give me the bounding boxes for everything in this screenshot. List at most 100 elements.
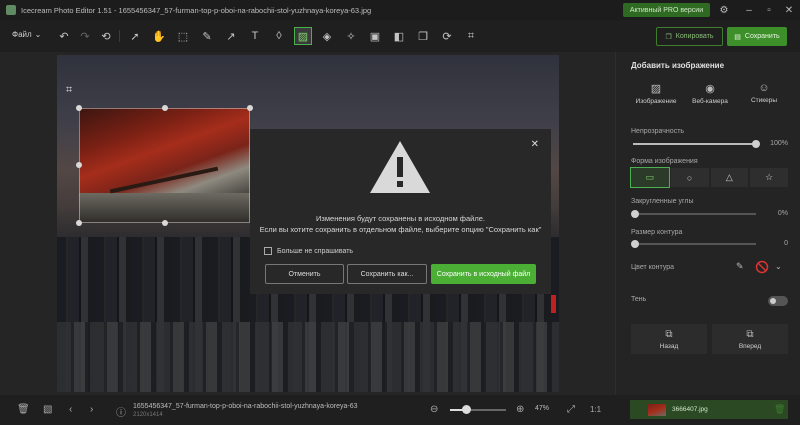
star-icon: ☆: [765, 172, 774, 182]
dont-ask-again-checkbox[interactable]: Больше не спрашивать: [264, 247, 353, 255]
resize-handle[interactable]: [162, 220, 168, 226]
rounded-corners-value: 0%: [777, 210, 788, 217]
fill-icon[interactable]: ◈: [319, 28, 335, 44]
rectangle-icon: ▭: [645, 172, 655, 182]
maximize-icon[interactable]: ▫: [762, 3, 776, 17]
tab-image[interactable]: ▨ Изображение: [628, 82, 684, 105]
crop-icon[interactable]: ⌗: [463, 28, 479, 44]
bring-forward-icon: ⧉: [746, 328, 754, 340]
zoom-value: 47%: [535, 405, 550, 412]
pro-version-button[interactable]: Активный PRO версии: [623, 3, 710, 17]
magic-wand-icon[interactable]: ✧: [343, 28, 359, 44]
save-to-original-button[interactable]: Сохранить в исходный файл: [431, 264, 536, 284]
add-image-icon[interactable]: ▨: [294, 27, 312, 45]
opacity-label: Непрозрачность: [631, 128, 685, 135]
text-icon[interactable]: T: [247, 28, 263, 44]
save-button-label: Сохранить: [744, 33, 780, 40]
border-size-slider-thumb[interactable]: [631, 240, 639, 248]
pencil-icon[interactable]: ✎: [199, 28, 215, 44]
gallery-icon[interactable]: ▧: [43, 404, 52, 415]
delete-icon[interactable]: 🗑: [17, 404, 30, 415]
reset-icon[interactable]: ⟲: [98, 28, 114, 44]
window-title: Icecream Photo Editor 1.51 - 1655456347_…: [21, 5, 372, 15]
fit-screen-icon[interactable]: ⤢: [567, 404, 575, 415]
minimize-icon[interactable]: –: [742, 3, 756, 17]
file-menu[interactable]: Файл ⌄: [12, 30, 41, 39]
layer-item[interactable]: 3666407.jpg: [630, 400, 788, 419]
drop-icon[interactable]: ◊: [271, 28, 287, 44]
opacity-slider-fill: [633, 143, 756, 145]
settings-icon[interactable]: ⚙: [717, 3, 731, 17]
border-size-value: 0: [784, 240, 788, 247]
dont-ask-again-label: Больше не спрашивать: [277, 247, 354, 255]
border-size-slider-track[interactable]: [633, 243, 756, 245]
resize-handle[interactable]: [247, 105, 253, 111]
zoom-out-icon[interactable]: ⊖: [430, 404, 438, 415]
chevron-right-icon[interactable]: ›: [90, 404, 93, 415]
split-icon[interactable]: ◧: [391, 28, 407, 44]
triangle-shape-button[interactable]: △: [710, 168, 749, 187]
back-button[interactable]: ⧉ Назад: [631, 324, 707, 354]
chevron-down-icon: ⌄: [34, 30, 42, 39]
resize-handle[interactable]: [162, 105, 168, 111]
undo-icon[interactable]: ↶: [56, 28, 72, 44]
close-window-icon[interactable]: ✕: [782, 3, 796, 17]
resize-handle[interactable]: [76, 162, 82, 168]
crop-handle-icon[interactable]: ⌗: [66, 84, 72, 97]
hand-icon[interactable]: ✋: [151, 28, 167, 44]
rounded-corners-label: Закругленные углы: [631, 198, 694, 205]
save-confirmation-dialog: ✕ Изменения будут сохранены в исходном ф…: [250, 129, 551, 294]
no-color-icon[interactable]: [755, 260, 769, 274]
toolbar-divider: [119, 30, 120, 42]
shadow-label: Тень: [631, 296, 647, 303]
resize-icon[interactable]: ▣: [367, 28, 383, 44]
shadow-toggle[interactable]: [768, 296, 788, 306]
image-dimensions: 2120x1414: [133, 412, 163, 418]
panel-title: Добавить изображение: [631, 61, 725, 70]
layers-icon[interactable]: ❐: [415, 28, 431, 44]
eyedropper-icon[interactable]: ✎: [736, 261, 744, 272]
info-icon[interactable]: ⓘ: [116, 404, 126, 419]
circle-icon: ○: [686, 172, 693, 183]
arrow-icon[interactable]: ↗: [223, 28, 239, 44]
chevron-left-icon[interactable]: ‹: [69, 404, 72, 415]
red-building-sign: [551, 295, 556, 313]
cancel-button[interactable]: Отменить: [265, 264, 344, 284]
save-button[interactable]: ▤ Сохранить: [727, 27, 787, 46]
checkbox-box[interactable]: [264, 247, 272, 255]
save-as-button[interactable]: Сохранить как...: [347, 264, 427, 284]
tab-webcam[interactable]: ◉ Веб-камера: [682, 82, 738, 105]
rectangle-select-icon[interactable]: ⬚: [175, 28, 191, 44]
circle-shape-button[interactable]: ○: [670, 168, 709, 187]
close-icon[interactable]: ✕: [531, 139, 539, 150]
resize-handle[interactable]: [76, 105, 82, 111]
shape-label: Форма изображения: [631, 158, 698, 165]
rounded-corners-slider-track[interactable]: [633, 213, 756, 215]
select-pointer-icon[interactable]: ➚: [127, 28, 143, 44]
file-name: 1655456347_57-furman-top-p-oboi-na-raboc…: [133, 403, 358, 410]
webcam-icon: ◉: [705, 83, 715, 95]
forward-button[interactable]: ⧉ Вперед: [712, 324, 788, 354]
rectangle-shape-button[interactable]: ▭: [630, 167, 670, 188]
inserted-image-bounding-box: [79, 108, 250, 223]
star-shape-button[interactable]: ☆: [750, 168, 788, 187]
copy-button[interactable]: ❐ Копировать: [656, 27, 723, 46]
dialog-message-line-1: Изменения будут сохранены в исходном фай…: [316, 214, 485, 223]
image-icon: ▨: [650, 83, 662, 95]
properties-panel: Добавить изображение ▨ Изображение ◉ Веб…: [615, 52, 800, 395]
border-color-label: Цвет контура: [631, 264, 675, 271]
zoom-slider-thumb[interactable]: [461, 405, 471, 414]
resize-handle[interactable]: [76, 220, 82, 226]
opacity-value: 100%: [770, 140, 788, 147]
layer-thumbnail: [648, 403, 666, 416]
trash-icon[interactable]: 🗑: [774, 404, 785, 415]
rounded-corners-slider-thumb[interactable]: [631, 210, 639, 218]
chevron-down-icon[interactable]: ⌄: [775, 262, 782, 271]
zoom-in-icon[interactable]: ⊕: [516, 404, 524, 415]
toolbar: Файл ⌄ ↶ ↷ ⟲ ➚ ✋ ⬚ ✎ ↗ T ◊ ▨ ◈ ✧ ▣ ◧ ❐ ⟳…: [0, 20, 800, 52]
rotate-icon[interactable]: ⟳: [439, 28, 455, 44]
tab-stickers[interactable]: ☺ Стикеры: [736, 82, 792, 104]
status-bar: 🗑 ▧ ‹ › ⓘ 1655456347_57-furman-top-p-obo…: [0, 395, 615, 425]
redo-icon[interactable]: ↷: [77, 28, 93, 44]
actual-size-button[interactable]: 1:1: [590, 405, 601, 414]
